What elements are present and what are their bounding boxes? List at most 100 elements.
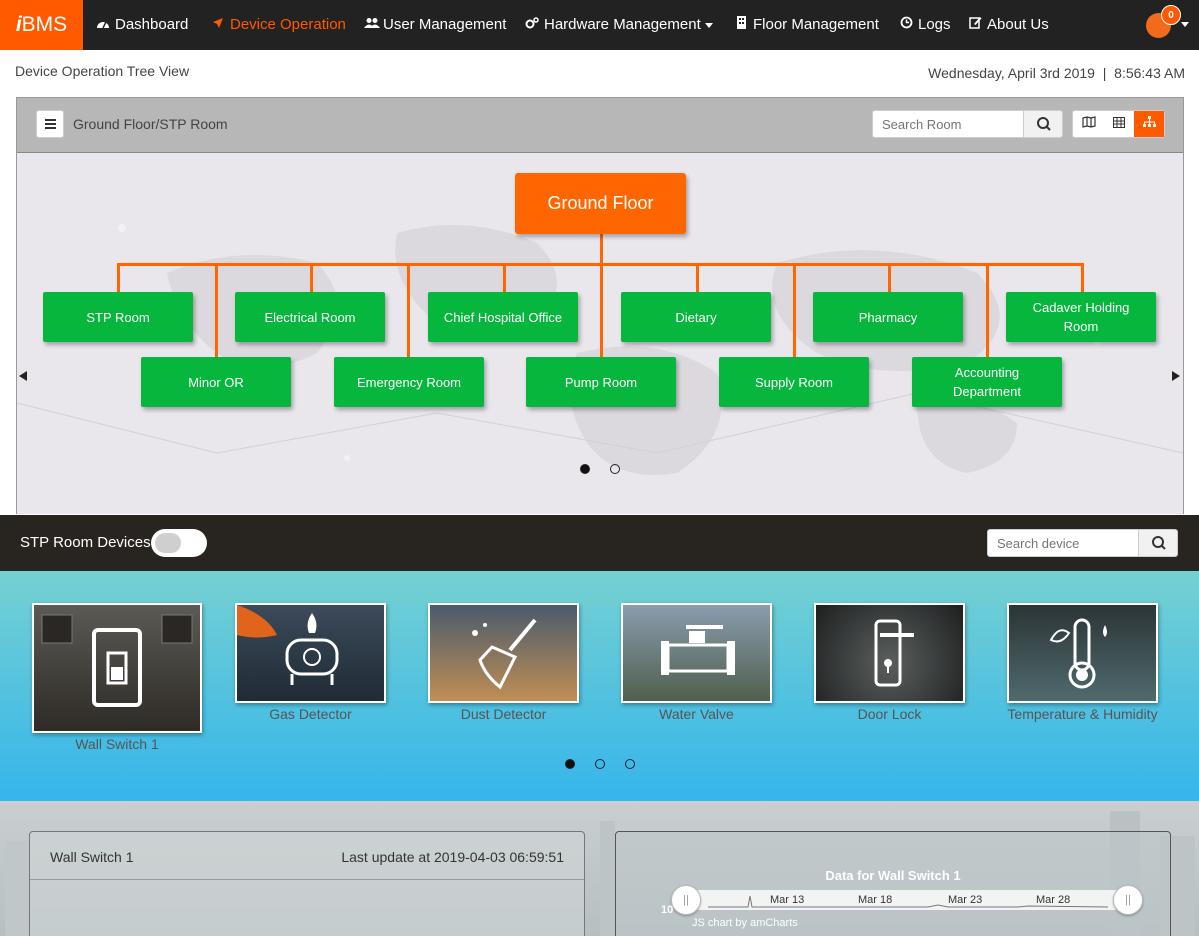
device-card-door-lock[interactable] (814, 603, 965, 703)
chevron-down-icon (704, 22, 713, 28)
avatar-chevron-down-icon[interactable] (1181, 22, 1189, 27)
nav-floor-management[interactable]: Floor Management (734, 0, 879, 50)
room-node[interactable]: Supply Room (719, 357, 869, 407)
scrollbar-right-grip[interactable]: || (1113, 885, 1143, 915)
nav-about-us[interactable]: About Us (968, 0, 1049, 50)
chart-y-tick: 10 (661, 904, 674, 916)
chart-title: Data for Wall Switch 1 (825, 868, 961, 883)
cogs-icon (525, 0, 539, 50)
tree-view-panel: Ground Floor/STP Room Search Room Ground… (16, 97, 1184, 514)
nav-hardware-management-label: Hardware Management (544, 16, 701, 33)
sitemap-icon (1142, 116, 1156, 127)
nav-device-operation-label: Device Operation (230, 16, 346, 33)
search-device-input[interactable] (987, 529, 1139, 557)
carousel-prev-icon[interactable] (19, 371, 27, 381)
room-node[interactable]: Minor OR (141, 357, 291, 407)
current-date: Wednesday, April 3rd 2019 (928, 65, 1095, 81)
hamburger-icon (45, 119, 56, 121)
room-node[interactable]: Electrical Room (235, 292, 385, 342)
org-tree-canvas: Ground Floor STP Room Minor OR Electrica… (17, 153, 1183, 514)
devices-header-bar: STP Room Devices (0, 515, 1199, 571)
room-node[interactable]: Chief Hospital Office (428, 292, 578, 342)
nav-hardware-management[interactable]: Hardware Management (525, 0, 713, 50)
tree-root-node[interactable]: Ground Floor (515, 173, 686, 234)
search-device-button[interactable] (1138, 529, 1178, 557)
tree-connector (1081, 263, 1084, 293)
device-label: Dust Detector (460, 706, 547, 722)
nav-device-operation[interactable]: Device Operation (211, 0, 346, 50)
tree-connector (600, 263, 603, 358)
device-detail-section: Wall Switch 1 Last update at 2019-04-03 … (0, 801, 1199, 936)
nav-dashboard[interactable]: Dashboard (96, 0, 188, 50)
hamburger-line (45, 123, 56, 125)
map-view-button[interactable] (1074, 111, 1104, 137)
device-label: Door Lock (857, 706, 922, 722)
nav-floor-management-label: Floor Management (753, 16, 879, 33)
brand-name: BMS (21, 13, 68, 36)
nav-user-management[interactable]: User Management (364, 0, 506, 50)
menu-toggle-button[interactable] (36, 110, 64, 138)
scrollbar-left-grip[interactable]: || (671, 885, 701, 915)
hamburger-line (45, 127, 56, 129)
room-node[interactable]: Pump Room (526, 357, 676, 407)
device-card-dust-detector[interactable] (428, 603, 579, 703)
history-icon (899, 0, 913, 50)
chart-x-tick: Mar 13 (770, 894, 805, 906)
carousel-next-icon[interactable] (1172, 371, 1180, 381)
device-card-wall-switch[interactable] (32, 603, 202, 733)
device-card-water-valve[interactable] (621, 603, 772, 703)
carousel-dot[interactable] (580, 464, 590, 474)
room-node[interactable]: Dietary (621, 292, 771, 342)
search-icon (1037, 117, 1051, 131)
devices-carousel: Wall Switch 1 Gas Detector Dust Detector (0, 571, 1199, 801)
search-room-input[interactable] (872, 110, 1024, 138)
current-time: 8:56:43 AM (1114, 65, 1185, 81)
devices-carousel-dot[interactable] (565, 759, 575, 769)
search-room-button[interactable] (1023, 110, 1063, 138)
nav-dashboard-label: Dashboard (115, 16, 189, 33)
nav-about-us-label: About Us (987, 16, 1049, 33)
tree-view-header: Ground Floor/STP Room (17, 98, 1183, 153)
view-mode-group (1072, 110, 1165, 138)
chart-credit[interactable]: JS chart by amCharts (692, 917, 798, 929)
room-node[interactable]: STP Room (43, 292, 193, 342)
tree-connector (600, 234, 603, 264)
brand-logo[interactable]: iBMS (0, 0, 83, 50)
device-card-temperature-humidity[interactable] (1007, 603, 1158, 703)
devices-toggle[interactable] (151, 529, 207, 557)
gas-detector-icon (237, 605, 339, 685)
location-arrow-icon (211, 0, 225, 50)
tree-connector (793, 263, 796, 358)
device-card-gas-detector[interactable] (235, 603, 386, 703)
datetime-separator: | (1102, 65, 1107, 81)
table-view-button[interactable] (1104, 111, 1134, 137)
chart-x-tick: Mar 28 (1036, 894, 1071, 906)
current-datetime: Wednesday, April 3rd 2019 | 8:56:43 AM (928, 65, 1185, 81)
room-node[interactable]: Pharmacy (813, 292, 963, 342)
device-chart-card: Data for Wall Switch 1 Mar 13 Mar 18 Mar… (615, 831, 1171, 936)
tree-connector (407, 263, 410, 358)
map-icon (1082, 116, 1096, 128)
tree-connector (215, 263, 218, 358)
carousel-dot[interactable] (610, 464, 620, 474)
search-icon (1152, 536, 1166, 550)
device-label: Temperature & Humidity (1007, 706, 1158, 722)
tree-connector (310, 263, 313, 293)
dashboard-icon (96, 0, 110, 50)
devices-carousel-dot[interactable] (595, 759, 605, 769)
last-update-text: Last update at 2019-04-03 06:59:51 (341, 849, 564, 865)
room-node[interactable]: Accounting Department (912, 357, 1062, 407)
room-node[interactable]: Emergency Room (334, 357, 484, 407)
device-label: Wall Switch 1 (75, 736, 159, 752)
device-status-header: Wall Switch 1 Last update at 2019-04-03 … (30, 832, 584, 880)
thermometer-icon (1049, 618, 1107, 689)
tree-view-button[interactable] (1134, 111, 1164, 137)
nav-logs[interactable]: Logs (899, 0, 951, 50)
tree-connector (696, 263, 699, 293)
building-icon (734, 0, 748, 50)
devices-title: STP Room Devices (20, 534, 151, 551)
room-node[interactable]: Cadaver Holding Room (1006, 292, 1156, 342)
breadcrumb: Ground Floor/STP Room (73, 116, 228, 132)
edit-icon (968, 0, 982, 50)
devices-carousel-dot[interactable] (625, 759, 635, 769)
